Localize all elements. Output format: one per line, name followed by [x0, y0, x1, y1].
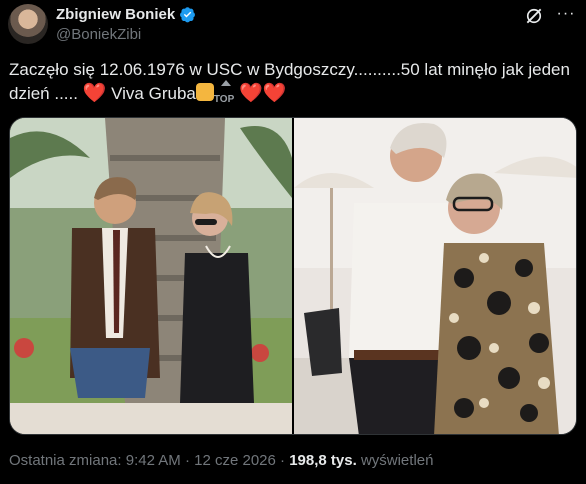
photo-1976-couple[interactable]	[10, 118, 292, 435]
grok-icon[interactable]	[524, 6, 544, 26]
author-name[interactable]: Zbigniew Boniek	[56, 6, 175, 23]
thumbs-up-icon	[195, 83, 214, 101]
heart-icon: ❤️	[82, 83, 107, 104]
post-text-line1: Zaczęło się 12.06.1976 w USC w Bydgoszcz…	[9, 60, 570, 79]
author-handle[interactable]: @BoniekZibi	[56, 26, 141, 43]
post-time[interactable]: 9:42 AM	[126, 452, 181, 469]
meta-separator: ·	[280, 452, 286, 469]
verified-badge-icon	[180, 7, 196, 23]
meta-separator: ·	[184, 452, 190, 469]
views-count[interactable]: 198,8 tys.	[289, 452, 357, 469]
post-text: Zaczęło się 12.06.1976 w USC w Bydgoszcz…	[9, 58, 577, 112]
media-grid	[9, 117, 577, 435]
more-options-button[interactable]: ···	[554, 4, 578, 28]
views-label: wyświetleń	[360, 452, 434, 469]
post-meta: Ostatnia zmiana: 9:42 AM · 12 cze 2026 ·…	[9, 452, 433, 469]
top-arrow-icon: TOP	[214, 80, 234, 112]
avatar[interactable]	[8, 4, 48, 44]
author-name-row: Zbigniew Boniek	[56, 6, 196, 23]
heart-icon: ❤️	[262, 83, 287, 104]
post-header: Zbigniew Boniek @BoniekZibi ···	[8, 4, 578, 48]
post-text-viva: Viva Gruba	[106, 84, 196, 103]
heart-icon: ❤️	[238, 83, 263, 104]
post-date[interactable]: 12 cze 2026	[194, 452, 276, 469]
photo-2026-couple[interactable]	[294, 118, 577, 435]
post-text-line2: dzień .....	[9, 84, 78, 103]
edited-label[interactable]: Ostatnia zmiana:	[9, 452, 122, 469]
